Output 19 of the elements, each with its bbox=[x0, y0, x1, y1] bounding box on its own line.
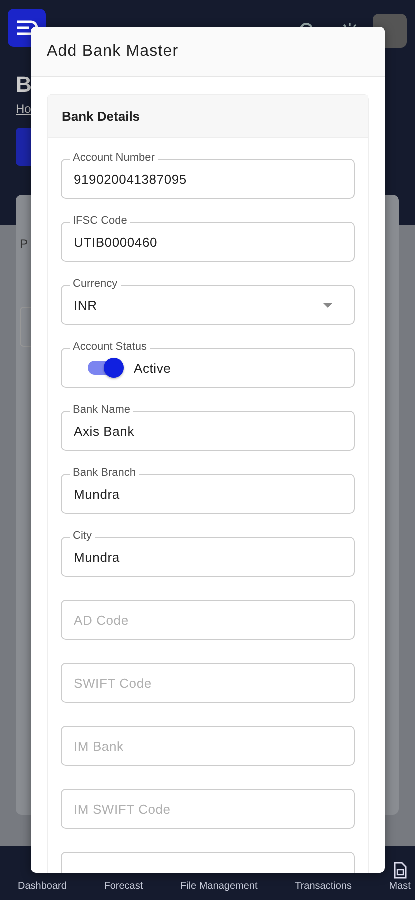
nav-item[interactable]: File Management bbox=[180, 881, 258, 892]
toggle-switch[interactable] bbox=[88, 361, 122, 375]
nav-item[interactable]: Dashboard bbox=[18, 881, 67, 892]
dialog-title: Add Bank Master bbox=[47, 42, 179, 60]
page-title: B bbox=[16, 72, 33, 98]
input-field[interactable]: IM SWIFT Code bbox=[61, 789, 355, 829]
field-label: City bbox=[70, 530, 95, 543]
input-field[interactable]: SWIFT Code bbox=[61, 663, 355, 703]
card-label: P bbox=[20, 237, 28, 251]
document-icon bbox=[394, 862, 407, 879]
field-label: Currency bbox=[70, 278, 121, 291]
switch-label: Active bbox=[134, 360, 172, 376]
input-field[interactable]: IM Bank bbox=[61, 726, 355, 766]
nav-item[interactable]: Transactions bbox=[295, 881, 352, 892]
nav-item[interactable]: Forecast bbox=[104, 881, 144, 892]
section-title: Bank Details bbox=[62, 108, 140, 124]
input-field[interactable]: AD Code bbox=[61, 600, 355, 640]
caret-icon bbox=[323, 303, 333, 308]
nav-item[interactable]: Mast bbox=[389, 862, 411, 892]
